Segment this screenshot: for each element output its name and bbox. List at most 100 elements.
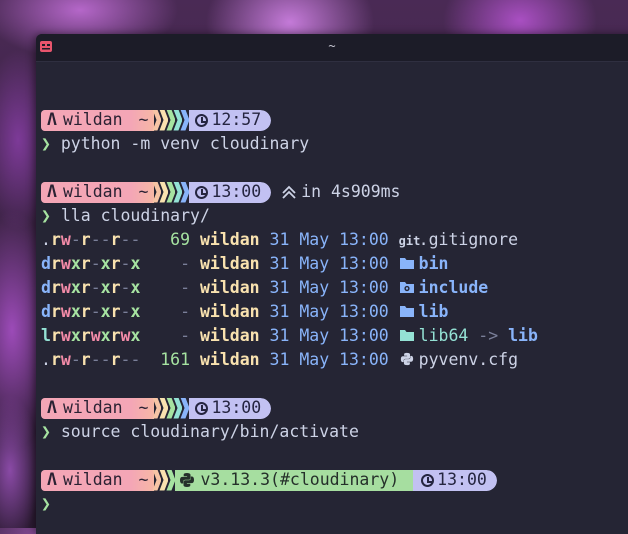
rainbow-separator bbox=[152, 109, 190, 131]
prompt-bar: Λwildan ~ 13:00 bbox=[41, 397, 272, 419]
file-owner: wildan bbox=[190, 230, 260, 249]
dir-segment: ~ bbox=[130, 469, 155, 491]
prompt-caret: ❯ bbox=[41, 494, 51, 513]
file-name[interactable]: bin bbox=[419, 254, 449, 273]
lambda-icon: Λ bbox=[47, 182, 57, 201]
prompt-time: 13:00 bbox=[211, 398, 262, 417]
python-version: v3.13.3(#cloudinary) bbox=[200, 470, 400, 489]
permissions: lrwxrwxrwx bbox=[41, 326, 141, 345]
prompt-line: Λwildan ~ 12:57 bbox=[41, 108, 628, 132]
file-name[interactable]: lib bbox=[419, 302, 449, 321]
time-segment: 13:00 bbox=[189, 181, 272, 203]
command-text: lla cloudinary/ bbox=[60, 206, 210, 225]
file-date: 31 May 13:00 bbox=[259, 326, 399, 345]
current-dir: ~ bbox=[138, 398, 149, 417]
file-name[interactable]: include bbox=[419, 278, 489, 297]
command-line[interactable]: ❯ bbox=[41, 492, 628, 516]
prompt-bar: Λwildan ~ v3.13.3(#cloudinary) 13:00 bbox=[41, 469, 497, 491]
prompt-line: Λwildan ~ 13:00 in 4s909ms bbox=[41, 180, 628, 204]
command-text: python -m venv cloudinary bbox=[60, 134, 310, 153]
listing-row: drwxr-xr-x - wildan 31 May 13:00 lib bbox=[41, 300, 628, 324]
listing-row: .rw-r--r-- 69 wildan 31 May 13:00 git.gi… bbox=[41, 228, 628, 252]
current-dir: ~ bbox=[138, 182, 149, 201]
include-folder-icon bbox=[399, 282, 414, 293]
folder-icon bbox=[399, 258, 414, 269]
directory-listing: .rw-r--r-- 69 wildan 31 May 13:00 git.gi… bbox=[41, 228, 628, 372]
file-owner: wildan bbox=[190, 350, 260, 369]
python-icon bbox=[180, 473, 195, 487]
rainbow-separator bbox=[152, 397, 190, 419]
python-env-segment: v3.13.3(#cloudinary) bbox=[175, 469, 408, 491]
permissions: drwxr-xr-x bbox=[41, 278, 141, 297]
file-date: 31 May 13:00 bbox=[259, 350, 399, 369]
lambda-icon: Λ bbox=[47, 470, 57, 489]
permissions: drwxr-xr-x bbox=[41, 302, 141, 321]
user-segment: Λwildan bbox=[41, 109, 131, 131]
file-date: 31 May 13:00 bbox=[259, 302, 399, 321]
permissions: drwxr-xr-x bbox=[41, 254, 141, 273]
rainbow-separator bbox=[152, 181, 190, 203]
listing-row: lrwxrwxrwx - wildan 31 May 13:00 lib64 -… bbox=[41, 324, 628, 348]
double-chevron-up-icon bbox=[282, 185, 296, 199]
prompt-caret: ❯ bbox=[41, 206, 51, 225]
clock-icon bbox=[195, 185, 209, 199]
file-date: 31 May 13:00 bbox=[259, 254, 399, 273]
lambda-icon: Λ bbox=[47, 110, 57, 129]
current-dir: ~ bbox=[138, 110, 149, 129]
clock-icon bbox=[195, 401, 209, 415]
file-size: 69 bbox=[140, 230, 191, 249]
clock-icon bbox=[421, 473, 435, 487]
file-size: - bbox=[140, 326, 191, 345]
file-size: - bbox=[140, 302, 191, 321]
folder-icon bbox=[399, 306, 414, 317]
user-segment: Λwildan bbox=[41, 397, 131, 419]
file-name[interactable]: pyvenv.cfg bbox=[419, 350, 518, 369]
file-name[interactable]: .gitignore bbox=[419, 230, 518, 249]
prompt-bar: Λwildan ~ 13:00 bbox=[41, 181, 272, 203]
username: wildan bbox=[62, 470, 123, 489]
dir-segment: ~ bbox=[130, 109, 155, 131]
username: wildan bbox=[62, 182, 123, 201]
user-segment: Λwildan bbox=[41, 469, 131, 491]
time-segment: 12:57 bbox=[189, 109, 272, 131]
clock-icon bbox=[195, 113, 209, 127]
symlink-target[interactable]: lib bbox=[508, 326, 538, 345]
terminal-output[interactable]: Λwildan ~ 12:57 ❯ python -m venv cloudin… bbox=[41, 84, 628, 516]
prompt-time: 12:57 bbox=[211, 110, 262, 129]
file-size: 161 bbox=[140, 350, 191, 369]
prompt-caret: ❯ bbox=[41, 134, 51, 153]
title-bar[interactable]: ~ bbox=[36, 34, 628, 62]
file-owner: wildan bbox=[190, 326, 260, 345]
file-size: - bbox=[140, 254, 191, 273]
rainbow-separator bbox=[152, 469, 176, 491]
file-name[interactable]: lib64 bbox=[419, 326, 469, 345]
file-owner: wildan bbox=[190, 278, 260, 297]
file-date: 31 May 13:00 bbox=[259, 278, 399, 297]
listing-row: drwxr-xr-x - wildan 31 May 13:00 bin bbox=[41, 252, 628, 276]
python-icon bbox=[400, 352, 413, 366]
command-text: source cloudinary/bin/activate bbox=[60, 422, 359, 441]
lambda-icon: Λ bbox=[47, 398, 57, 417]
folder-link-icon bbox=[399, 330, 414, 341]
prompt-caret: ❯ bbox=[41, 422, 51, 441]
prompt-line: Λwildan ~ 13:00 bbox=[41, 396, 628, 420]
window-title: ~ bbox=[328, 39, 336, 53]
username: wildan bbox=[62, 110, 123, 129]
permissions: .rw-r--r-- bbox=[41, 350, 141, 369]
permissions: .rw-r--r-- bbox=[41, 230, 141, 249]
file-owner: wildan bbox=[190, 302, 260, 321]
duration-indicator: in 4s909ms bbox=[281, 180, 401, 204]
command-line: ❯ lla cloudinary/ bbox=[41, 204, 628, 228]
current-dir: ~ bbox=[138, 470, 149, 489]
git-icon: git bbox=[398, 234, 421, 248]
prompt-time: 13:00 bbox=[211, 182, 262, 201]
file-date: 31 May 13:00 bbox=[259, 230, 399, 249]
dir-segment: ~ bbox=[130, 181, 155, 203]
command-line: ❯ source cloudinary/bin/activate bbox=[41, 420, 628, 444]
listing-row: drwxr-xr-x - wildan 31 May 13:00 include bbox=[41, 276, 628, 300]
prompt-bar: Λwildan ~ 12:57 bbox=[41, 109, 272, 131]
listing-row: .rw-r--r-- 161 wildan 31 May 13:00 pyven… bbox=[41, 348, 628, 372]
time-segment: 13:00 bbox=[407, 469, 497, 491]
dir-segment: ~ bbox=[130, 397, 155, 419]
symlink-arrow: -> bbox=[468, 326, 509, 345]
